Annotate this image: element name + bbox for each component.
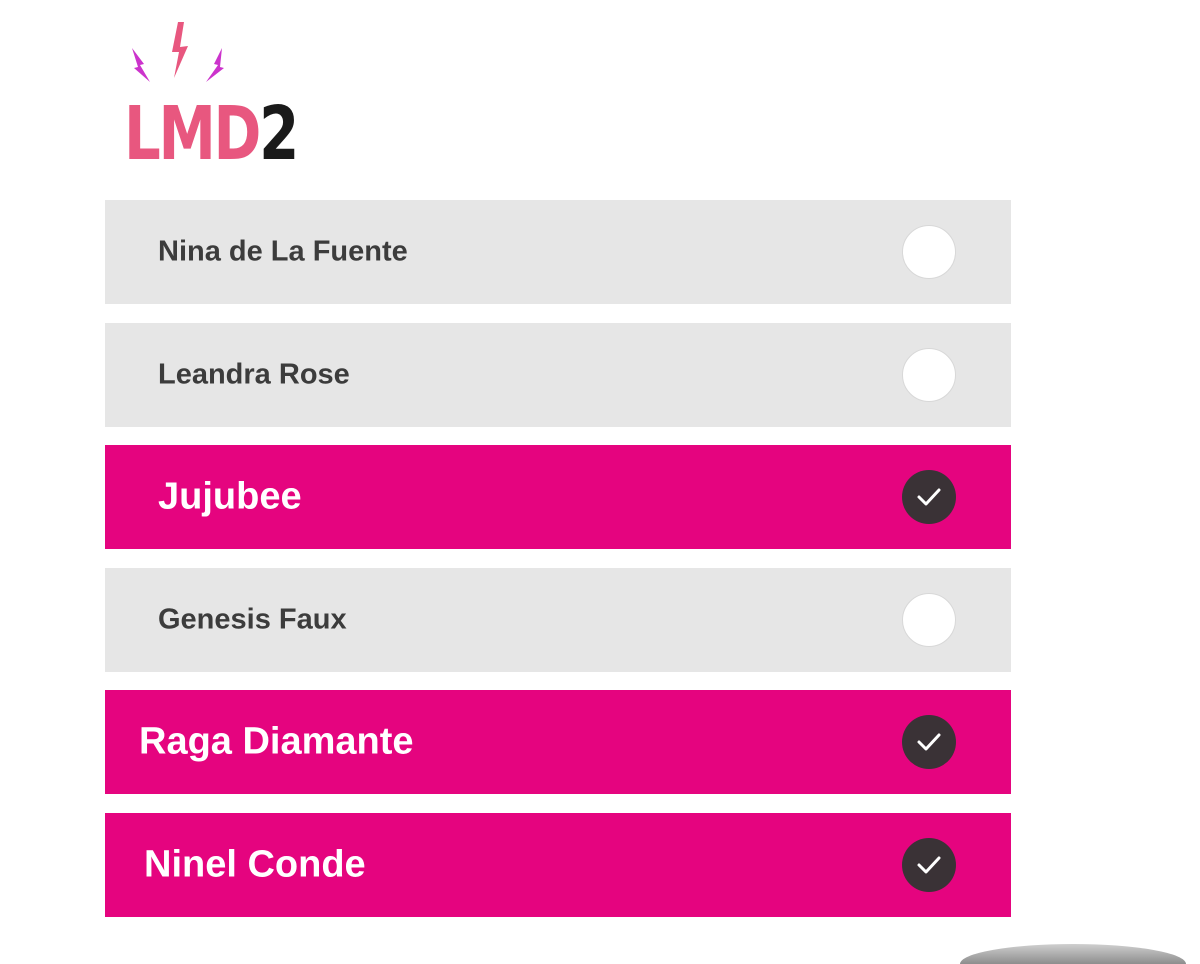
radio-unchecked-icon[interactable] bbox=[902, 347, 956, 402]
logo-wordmark: LMD2 bbox=[124, 91, 299, 177]
option-label: Ninel Conde bbox=[144, 843, 366, 885]
radio-unchecked-icon[interactable] bbox=[902, 225, 956, 279]
option-ninel-conde[interactable]: Ninel Conde bbox=[105, 812, 1011, 917]
bottom-corner-shadow bbox=[960, 944, 1186, 964]
option-label: Leandra Rose bbox=[158, 358, 350, 390]
option-label: Raga Diamante bbox=[139, 720, 414, 763]
radio-unchecked-icon[interactable] bbox=[902, 592, 956, 647]
option-label: Nina de La Fuente bbox=[158, 235, 408, 268]
option-label: Genesis Faux bbox=[158, 603, 347, 635]
option-jujubee[interactable]: Jujubee bbox=[105, 445, 1011, 549]
option-label: Jujubee bbox=[158, 475, 302, 518]
option-genesis-faux[interactable]: Genesis Faux bbox=[105, 567, 1011, 672]
check-circle-icon[interactable] bbox=[902, 470, 956, 524]
check-circle-icon[interactable] bbox=[902, 837, 956, 892]
option-leandra-rose[interactable]: Leandra Rose bbox=[105, 322, 1011, 427]
logo-text-main: LMD bbox=[124, 91, 261, 177]
check-circle-icon[interactable] bbox=[902, 715, 956, 769]
vote-option-list: Nina de La Fuente Leandra Rose Jujubee G… bbox=[105, 200, 1011, 935]
logo-text-accent: 2 bbox=[259, 91, 299, 177]
option-raga-diamante[interactable]: Raga Diamante bbox=[105, 690, 1011, 794]
lmd2-logo: LMD2 bbox=[118, 20, 299, 180]
option-nina-de-la-fuente[interactable]: Nina de La Fuente bbox=[105, 200, 1011, 304]
lightning-bolts-icon bbox=[132, 22, 224, 82]
